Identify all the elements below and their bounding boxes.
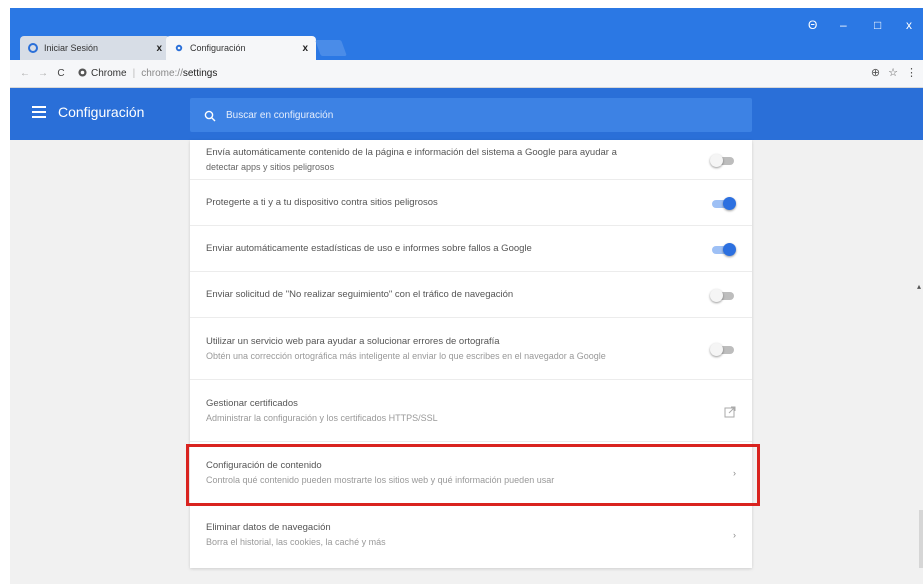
- toggle-switch[interactable]: [710, 153, 736, 167]
- address-bar[interactable]: Chrome | chrome:// settings: [78, 64, 217, 84]
- setting-row-safe-browsing-reports[interactable]: Envía automáticamente contenido de la pá…: [190, 140, 752, 180]
- search-icon: [204, 109, 216, 122]
- settings-search-box[interactable]: [190, 98, 752, 132]
- tab-configuracion[interactable]: Configuración x: [166, 36, 316, 60]
- minimize-button[interactable]: –: [840, 18, 847, 32]
- close-window-button[interactable]: x: [906, 18, 912, 32]
- forward-arrow-icon[interactable]: →: [36, 68, 50, 79]
- bookmark-star-icon[interactable]: ☆: [888, 66, 898, 79]
- setting-row-spell-check[interactable]: Utilizar un servicio web para ayudar a s…: [190, 318, 752, 380]
- search-input[interactable]: [226, 109, 752, 121]
- address-separator: |: [132, 68, 136, 79]
- reload-icon[interactable]: C: [54, 68, 68, 79]
- tab-iniciar-sesion[interactable]: Iniciar Sesión x: [20, 36, 170, 60]
- toggle-switch[interactable]: [710, 288, 736, 302]
- toggle-switch[interactable]: [710, 242, 736, 256]
- highlight-box: [186, 444, 760, 506]
- hamburger-menu-icon[interactable]: [32, 106, 46, 118]
- security-chip: Chrome: [91, 68, 127, 79]
- settings-content: Envía automáticamente contenido de la pá…: [10, 140, 923, 584]
- settings-header: Configuración: [10, 88, 923, 140]
- scroll-arrow-icon[interactable]: ▴: [917, 282, 921, 291]
- tab-close-button[interactable]: x: [302, 43, 308, 54]
- setting-row-do-not-track[interactable]: Enviar solicitud de "No realizar seguimi…: [190, 272, 752, 318]
- page-title: Configuración: [58, 104, 145, 120]
- more-menu-icon[interactable]: ⋮: [906, 66, 917, 79]
- setting-title: Utilizar un servicio web para ayudar a s…: [206, 335, 500, 347]
- browser-window: Iniciar Sesión x Configuración x Θ – □ x…: [10, 8, 923, 584]
- setting-title: Enviar solicitud de "No realizar seguimi…: [206, 289, 514, 300]
- chrome-icon: [78, 67, 87, 80]
- external-link-icon[interactable]: [724, 405, 736, 417]
- chevron-right-icon[interactable]: ›: [733, 530, 736, 540]
- setting-row-manage-certificates[interactable]: Gestionar certificados Administrar la co…: [190, 380, 752, 442]
- url-host: chrome://: [141, 68, 183, 79]
- maximize-button[interactable]: □: [874, 18, 881, 32]
- setting-description: Borra el historial, las cookies, la cach…: [206, 537, 386, 547]
- profile-icon[interactable]: Θ: [808, 18, 817, 32]
- browser-toolbar: ← → C Chrome | chrome:// settings ⊕ ☆ ⋮: [10, 60, 923, 88]
- setting-title: Envía automáticamente contenido de la pá…: [206, 146, 617, 158]
- setting-row-clear-browsing-data[interactable]: Eliminar datos de navegación Borra el hi…: [190, 504, 752, 566]
- setting-title: Gestionar certificados: [206, 397, 298, 409]
- url-path: settings: [182, 68, 218, 79]
- setting-row-protect-device[interactable]: Protegerte a ti y a tu dispositivo contr…: [190, 180, 752, 226]
- setting-description: Obtén una corrección ortográfica más int…: [206, 350, 606, 361]
- zoom-icon[interactable]: ⊕: [871, 66, 880, 79]
- toggle-switch[interactable]: [710, 342, 736, 356]
- setting-title: Protegerte a ti y a tu dispositivo contr…: [206, 197, 438, 208]
- tab-label: Iniciar Sesión: [44, 43, 99, 53]
- back-arrow-icon[interactable]: ←: [18, 68, 32, 79]
- gear-icon: [174, 43, 184, 53]
- tab-strip: Iniciar Sesión x Configuración x Θ – □ x: [10, 8, 923, 60]
- new-tab-button[interactable]: [315, 40, 347, 56]
- tab-close-button[interactable]: x: [156, 43, 162, 54]
- tab-label: Configuración: [190, 43, 246, 53]
- toggle-switch[interactable]: [710, 196, 736, 210]
- setting-row-usage-stats[interactable]: Enviar automáticamente estadísticas de u…: [190, 226, 752, 272]
- setting-description: detectar apps y sitios peligrosos: [206, 161, 335, 172]
- setting-description: Administrar la configuración y los certi…: [206, 412, 438, 423]
- setting-title: Enviar automáticamente estadísticas de u…: [206, 243, 532, 254]
- google-icon: [28, 43, 38, 53]
- scrollbar-thumb[interactable]: [919, 510, 923, 568]
- setting-title: Eliminar datos de navegación: [206, 522, 331, 533]
